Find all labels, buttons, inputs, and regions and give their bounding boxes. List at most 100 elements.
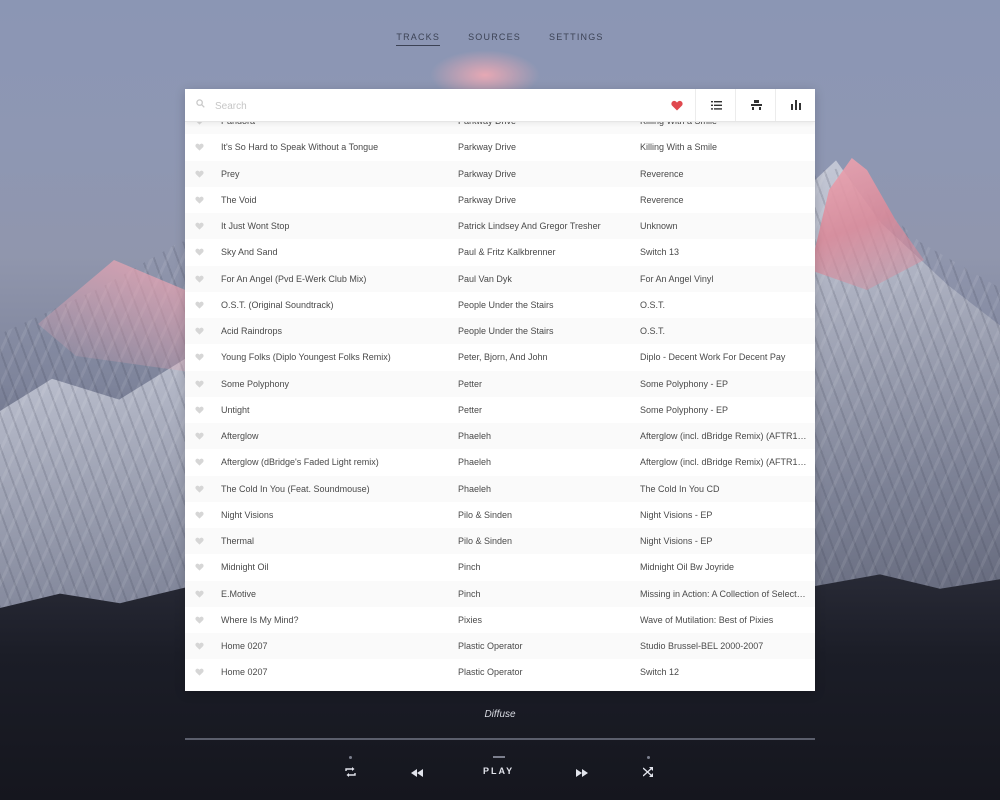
- track-artist: People Under the Stairs: [458, 326, 554, 337]
- heart-icon[interactable]: [195, 563, 204, 571]
- track-row[interactable]: O.S.T. (Original Soundtrack) People Under…: [185, 291, 815, 318]
- track-album: For An Angel Vinyl: [640, 273, 714, 284]
- heart-icon: [671, 100, 683, 110]
- track-row[interactable]: The Void Parkway Drive Reverence: [185, 186, 815, 213]
- heart-icon[interactable]: [195, 380, 204, 388]
- track-artist: Phaeleh: [458, 457, 492, 468]
- previous-icon: [411, 769, 423, 777]
- track-row[interactable]: Young Folks (Diplo Youngest Folks Remix)…: [185, 344, 815, 371]
- track-row[interactable]: Afterglow (dBridge's Faded Light remix) P…: [185, 449, 815, 476]
- tab-tracks[interactable]: TRACKS: [396, 32, 441, 46]
- track-artist: Plastic Operator: [458, 641, 523, 652]
- track-album: Reverence: [640, 168, 684, 179]
- next-icon: [576, 769, 588, 777]
- track-title: Afterglow (dBridge's Faded Light remix): [221, 457, 379, 468]
- track-row[interactable]: Untight Petter Some Polyphony - EP: [185, 396, 815, 423]
- track-artist: Patrick Lindsey And Gregor Tresher: [458, 221, 601, 232]
- shuffle-button[interactable]: [643, 756, 654, 777]
- track-artist: Petter: [458, 404, 483, 415]
- track-title: E.Motive: [221, 588, 257, 599]
- heart-icon[interactable]: [195, 196, 204, 204]
- track-title: Night Visions: [221, 509, 274, 520]
- track-row[interactable]: Night Visions Pilo & Sinden Night Visions …: [185, 501, 815, 528]
- heart-icon[interactable]: [195, 485, 204, 493]
- track-album: Unknown: [640, 221, 678, 232]
- play-label: PLAY: [483, 766, 515, 776]
- heart-icon[interactable]: [195, 537, 204, 545]
- track-title: Untight: [221, 404, 250, 415]
- track-title: The Cold In You (Feat. Soundmouse): [221, 483, 370, 494]
- progress-bar[interactable]: [185, 738, 815, 740]
- track-artist: Parkway Drive: [458, 194, 517, 205]
- tracks-panel: PandoraParkway DriveKilling With a Smile…: [185, 89, 815, 691]
- track-title: Where Is My Mind?: [221, 614, 299, 625]
- track-row[interactable]: Home 0207 Plastic Operator Switch 12: [185, 659, 815, 686]
- track-row[interactable]: E.Motive Pinch Missing in Action: A Collec…: [185, 580, 815, 607]
- heart-icon[interactable]: [195, 432, 204, 440]
- track-row[interactable]: Afterglow Phaeleh Afterglow (incl. dBridge…: [185, 423, 815, 450]
- previous-button[interactable]: [411, 769, 423, 777]
- track-title: Afterglow: [221, 431, 259, 442]
- now-playing-title: Diffuse: [484, 709, 516, 720]
- heart-icon[interactable]: [195, 143, 204, 151]
- track-album: Afterglow (incl. dBridge Remix) (AFTR12…: [640, 431, 808, 442]
- repeat-indicator: [349, 756, 352, 759]
- track-row[interactable]: Some Polyphony Petter Some Polyphony - EP: [185, 370, 815, 397]
- track-album: Some Polyphony - EP: [640, 404, 729, 415]
- heart-icon[interactable]: [195, 511, 204, 519]
- heart-icon[interactable]: [195, 248, 204, 256]
- heart-icon[interactable]: [195, 590, 204, 598]
- track-row[interactable]: The Cold In You (Feat. Soundmouse) Phaele…: [185, 475, 815, 502]
- track-title: Some Polyphony: [221, 378, 290, 389]
- track-title: Midnight Oil: [221, 562, 269, 573]
- heart-icon[interactable]: [195, 222, 204, 230]
- list-view-button[interactable]: [695, 89, 736, 121]
- track-title: Young Folks (Diplo Youngest Folks Remix): [221, 352, 391, 363]
- track-album: O.S.T.: [640, 299, 666, 310]
- track-album: Studio Brussel-BEL 2000-2007: [640, 641, 764, 652]
- track-artist: Phaeleh: [458, 483, 492, 494]
- next-button[interactable]: [576, 769, 588, 777]
- track-title: The Void: [221, 194, 257, 205]
- favorites-filter-button[interactable]: [657, 89, 697, 121]
- tab-settings[interactable]: SETTINGS: [549, 32, 604, 46]
- track-artist: Pinch: [458, 588, 481, 599]
- track-album: Afterglow (incl. dBridge Remix) (AFTR12…: [640, 457, 808, 468]
- track-row[interactable]: Home 0207 Plastic Operator Studio Brussel-…: [185, 633, 815, 660]
- heart-icon[interactable]: [195, 406, 204, 414]
- repeat-button[interactable]: [345, 756, 356, 777]
- heart-icon[interactable]: [195, 170, 204, 178]
- track-title: For An Angel (Pvd E-Werk Club Mix): [221, 273, 367, 284]
- track-row[interactable]: Acid Raindrops People Under the Stairs O.S…: [185, 318, 815, 345]
- heart-icon[interactable]: [195, 301, 204, 309]
- search-bar: [185, 89, 815, 122]
- heart-icon[interactable]: [195, 327, 204, 335]
- queue-button[interactable]: [735, 89, 776, 121]
- track-row[interactable]: Thermal Pilo & Sinden Night Visions - EP: [185, 528, 815, 555]
- track-album: Diplo - Decent Work For Decent Pay: [640, 352, 786, 363]
- track-row[interactable]: For An Angel (Pvd E-Werk Club Mix) Paul V…: [185, 265, 815, 292]
- track-artist: Parkway Drive: [458, 142, 517, 153]
- track-artist: Petter: [458, 378, 483, 389]
- track-album: Killing With a Smile: [640, 142, 718, 153]
- track-album: Midnight Oil Bw Joyride: [640, 562, 735, 573]
- track-row[interactable]: Where Is My Mind? Pixies Wave of Mutilatio…: [185, 606, 815, 633]
- heart-icon[interactable]: [195, 275, 204, 283]
- heart-icon[interactable]: [195, 353, 204, 361]
- track-title: Home 0207: [221, 667, 268, 678]
- search-input[interactable]: [213, 97, 617, 115]
- track-row[interactable]: It's So Hard to Speak Without a Tongue Pa…: [185, 134, 815, 161]
- track-title: Sky And Sand: [221, 247, 278, 258]
- tab-sources[interactable]: SOURCES: [468, 32, 521, 46]
- heart-icon[interactable]: [195, 616, 204, 624]
- track-row[interactable]: Prey Parkway Drive Reverence: [185, 160, 815, 187]
- heart-icon[interactable]: [195, 668, 204, 676]
- play-button[interactable]: PLAY: [483, 756, 514, 776]
- track-row[interactable]: Sky And Sand Paul & Fritz Kalkbrenner Swit…: [185, 239, 815, 266]
- heart-icon[interactable]: [195, 642, 204, 650]
- track-artist: Peter, Bjorn, And John: [458, 352, 548, 363]
- track-row[interactable]: It Just Wont Stop Patrick Lindsey And Gre…: [185, 213, 815, 240]
- stats-button[interactable]: [775, 89, 815, 121]
- heart-icon[interactable]: [195, 458, 204, 466]
- track-row[interactable]: Midnight Oil Pinch Midnight Oil Bw Joyride: [185, 554, 815, 581]
